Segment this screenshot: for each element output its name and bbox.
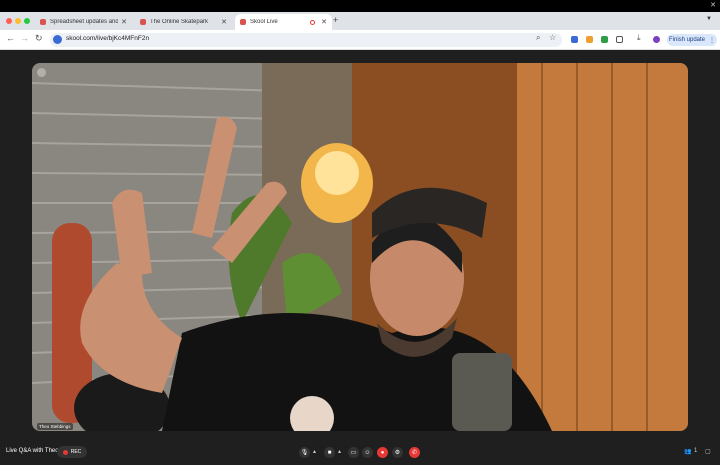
meeting-title: Live Q&A with Theo — [6, 448, 59, 454]
zoom-traffic-light[interactable] — [24, 18, 30, 24]
tab-spreadsheet-updates[interactable]: Spreadsheet updates and a… ✕ — [35, 14, 132, 30]
finish-update-label: Finish update — [668, 37, 706, 43]
participants-icon[interactable]: 👥 — [684, 448, 691, 455]
forward-icon[interactable]: → — [20, 33, 29, 43]
profile-avatar-icon[interactable] — [653, 36, 660, 43]
tab-favicon-icon — [140, 19, 146, 25]
tab-search-chevron-icon[interactable]: ▼ — [706, 16, 712, 22]
settings-gear-icon[interactable]: ⚙ — [392, 447, 403, 458]
url-text[interactable]: skool.com/live/bjKc4MFnF2n — [66, 35, 149, 42]
site-info-icon[interactable] — [53, 35, 62, 44]
participant-video — [32, 63, 688, 431]
reload-icon[interactable]: ↻ — [35, 33, 43, 44]
reactions-button[interactable]: ☺ — [362, 447, 373, 458]
tab-close-icon[interactable]: ✕ — [221, 18, 227, 26]
bookmark-star-icon[interactable]: ☆ — [549, 33, 556, 42]
rec-label: REC — [70, 449, 82, 455]
microphone-button[interactable]: 🎙 — [299, 447, 310, 458]
participant-count: 1 — [694, 448, 698, 454]
video-frame-illustration — [32, 63, 688, 431]
video-options-icon[interactable] — [37, 68, 46, 77]
screen-share-button[interactable]: ▭ — [348, 447, 359, 458]
meeting-bottom-bar — [0, 440, 720, 465]
tab-close-icon[interactable]: ✕ — [121, 18, 127, 26]
more-menu-icon: ⋮ — [709, 37, 716, 44]
extension-icon[interactable] — [571, 36, 578, 43]
recording-indicator-icon — [310, 19, 316, 25]
back-icon[interactable]: ← — [6, 33, 15, 43]
close-window-icon[interactable]: ✕ — [710, 1, 716, 9]
new-tab-icon[interactable]: + — [333, 15, 338, 25]
extension-icon[interactable] — [586, 36, 593, 43]
tab-title: The Online Skatepark — [150, 19, 209, 25]
tab-title: Spreadsheet updates and a… — [50, 19, 119, 25]
window-top-bar: ✕ — [0, 0, 720, 12]
close-traffic-light[interactable] — [6, 18, 12, 24]
camera-options-chevron-icon[interactable]: ▴ — [338, 448, 341, 455]
microphone-options-chevron-icon[interactable]: ▴ — [313, 448, 316, 455]
tab-close-icon[interactable]: ✕ — [321, 18, 327, 26]
record-button[interactable]: ● — [377, 447, 388, 458]
recording-badge[interactable]: REC — [57, 446, 87, 458]
minimize-traffic-light[interactable] — [15, 18, 21, 24]
tab-favicon-icon — [240, 19, 246, 25]
finish-update-button[interactable]: Finish update ⋮ — [667, 34, 717, 46]
tab-skool-live[interactable]: Skool Live ✕ — [235, 14, 332, 30]
extensions-puzzle-icon[interactable] — [616, 36, 623, 43]
tab-favicon-icon — [40, 19, 46, 25]
leave-call-button[interactable]: ✆ — [409, 447, 420, 458]
record-dot-icon — [62, 449, 68, 455]
tab-title: Skool Live — [250, 19, 278, 25]
chat-icon[interactable]: ▢ — [705, 448, 711, 455]
zoom-icon[interactable]: ⌕ — [536, 33, 540, 43]
participant-name-tag: Theo Stebbings — [37, 423, 73, 430]
camera-button[interactable]: ■ — [324, 447, 335, 458]
tab-online-skatepark[interactable]: The Online Skatepark ✕ — [135, 14, 232, 30]
download-icon[interactable]: ⤓ — [637, 33, 641, 43]
extension-icon[interactable] — [601, 36, 608, 43]
